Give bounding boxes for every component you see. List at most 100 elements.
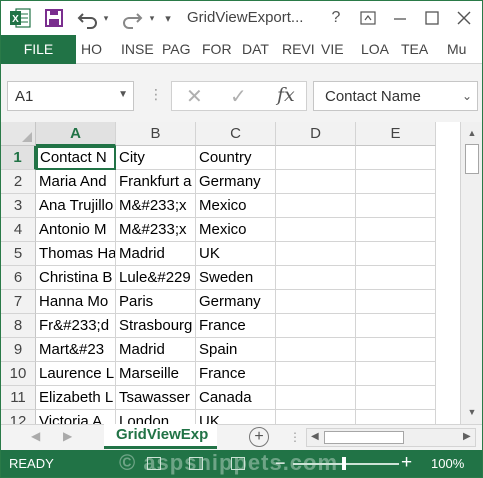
normal-view-icon[interactable] (147, 457, 161, 470)
row-header[interactable]: 6 (1, 266, 36, 290)
row-header[interactable]: 8 (1, 314, 36, 338)
cell[interactable]: M&#233;x (116, 218, 196, 242)
zoom-slider[interactable] (293, 463, 399, 465)
ribbon-display-options-icon[interactable] (355, 5, 381, 31)
scroll-up-icon[interactable]: ▲ (465, 125, 479, 141)
column-header-e[interactable]: E (356, 122, 436, 146)
cell[interactable]: France (196, 314, 276, 338)
undo-icon[interactable] (77, 1, 99, 35)
cell[interactable]: Marseille (116, 362, 196, 386)
cell[interactable]: Christina B (36, 266, 116, 290)
cell[interactable]: Country (196, 146, 276, 170)
cell[interactable] (356, 146, 436, 170)
cell[interactable]: Antonio M (36, 218, 116, 242)
undo-dropdown-icon[interactable]: ▾ (101, 1, 111, 35)
cell[interactable]: Victoria A (36, 410, 116, 424)
cell[interactable] (356, 386, 436, 410)
sheet-tab-active[interactable]: GridViewExp (104, 424, 217, 449)
cell[interactable] (276, 386, 356, 410)
cell[interactable]: Mexico (196, 218, 276, 242)
row-header[interactable]: 12 (1, 410, 36, 424)
row-header[interactable]: 9 (1, 338, 36, 362)
cell[interactable] (276, 290, 356, 314)
close-icon[interactable] (451, 5, 477, 31)
enter-icon[interactable]: ✓ (230, 84, 247, 109)
page-layout-view-icon[interactable] (189, 457, 203, 470)
cell[interactable] (356, 170, 436, 194)
cell[interactable]: Hanna Mo (36, 290, 116, 314)
cell[interactable] (356, 266, 436, 290)
cell[interactable] (356, 338, 436, 362)
cell[interactable] (356, 290, 436, 314)
excel-logo-icon[interactable]: X (9, 7, 31, 29)
cell[interactable]: Maria And (36, 170, 116, 194)
row-header[interactable]: 2 (1, 170, 36, 194)
tab-split-grip-icon[interactable]: ⋮ (289, 430, 301, 444)
cell[interactable]: UK (196, 242, 276, 266)
tab-page-layout[interactable]: PAG (162, 35, 191, 64)
cell[interactable] (356, 194, 436, 218)
cell[interactable]: Mexico (196, 194, 276, 218)
cell[interactable] (356, 410, 436, 424)
column-header-a[interactable]: A (36, 122, 116, 146)
tab-review[interactable]: REVI (282, 35, 315, 64)
tab-formulas[interactable]: FOR (202, 35, 232, 64)
insert-function-icon[interactable]: fx (277, 84, 295, 106)
cell[interactable]: Spain (196, 338, 276, 362)
cell[interactable]: Fr&#233;d (36, 314, 116, 338)
cell[interactable]: Elizabeth L (36, 386, 116, 410)
page-break-view-icon[interactable] (231, 457, 245, 470)
cell[interactable]: Laurence L (36, 362, 116, 386)
cell[interactable] (276, 242, 356, 266)
expand-formula-bar-icon[interactable]: ⌄ (462, 89, 472, 103)
worksheet-grid[interactable]: A B C D E 1 Contact N City Country 2 Maria And Fran… (1, 122, 460, 424)
cell[interactable] (276, 146, 356, 170)
cell[interactable]: City (116, 146, 196, 170)
cell[interactable]: Canada (196, 386, 276, 410)
customize-qat-icon[interactable]: ▾ (161, 1, 175, 35)
cell[interactable]: UK (196, 410, 276, 424)
active-cell[interactable]: Contact N (36, 146, 116, 170)
cell[interactable] (276, 170, 356, 194)
sheet-next-icon[interactable]: ▶ (63, 429, 72, 443)
row-header[interactable]: 11 (1, 386, 36, 410)
cell[interactable] (356, 362, 436, 386)
row-header[interactable]: 4 (1, 218, 36, 242)
scroll-right-icon[interactable]: ▶ (463, 431, 471, 442)
cell[interactable] (276, 362, 356, 386)
row-header[interactable]: 1 (1, 146, 36, 170)
vertical-scrollbar[interactable]: ▲ ▼ (460, 122, 482, 424)
cell[interactable] (356, 242, 436, 266)
formula-bar-grip-icon[interactable]: ⋮ (149, 86, 163, 103)
cell[interactable] (276, 266, 356, 290)
redo-dropdown-icon[interactable]: ▾ (147, 1, 157, 35)
cell[interactable]: Thomas Ha (36, 242, 116, 266)
zoom-in-button[interactable]: + (401, 452, 412, 474)
cell[interactable]: Tsawasser (116, 386, 196, 410)
cell[interactable]: Lule&#229 (116, 266, 196, 290)
save-icon[interactable] (43, 1, 65, 35)
zoom-slider-handle[interactable] (342, 457, 346, 470)
maximize-icon[interactable] (419, 5, 445, 31)
row-header[interactable]: 7 (1, 290, 36, 314)
help-icon[interactable]: ? (323, 5, 349, 31)
cell[interactable] (276, 194, 356, 218)
cell[interactable] (356, 314, 436, 338)
tab-data[interactable]: DAT (242, 35, 269, 64)
select-all-button[interactable] (1, 122, 36, 146)
horizontal-scroll-thumb[interactable] (324, 431, 404, 444)
tab-home[interactable]: HO (81, 35, 102, 64)
tab-team[interactable]: TEA (401, 35, 428, 64)
cell[interactable]: Germany (196, 290, 276, 314)
cell[interactable]: Sweden (196, 266, 276, 290)
cell[interactable]: Ana Trujillo (36, 194, 116, 218)
cell[interactable]: Paris (116, 290, 196, 314)
row-header[interactable]: 5 (1, 242, 36, 266)
cell[interactable]: London (116, 410, 196, 424)
cell[interactable]: Madrid (116, 338, 196, 362)
cell[interactable]: Frankfurt a (116, 170, 196, 194)
tab-load-test[interactable]: LOA (361, 35, 389, 64)
cell[interactable]: Strasbourg (116, 314, 196, 338)
sheet-prev-icon[interactable]: ◀ (31, 429, 40, 443)
tab-view[interactable]: VIE (321, 35, 344, 64)
